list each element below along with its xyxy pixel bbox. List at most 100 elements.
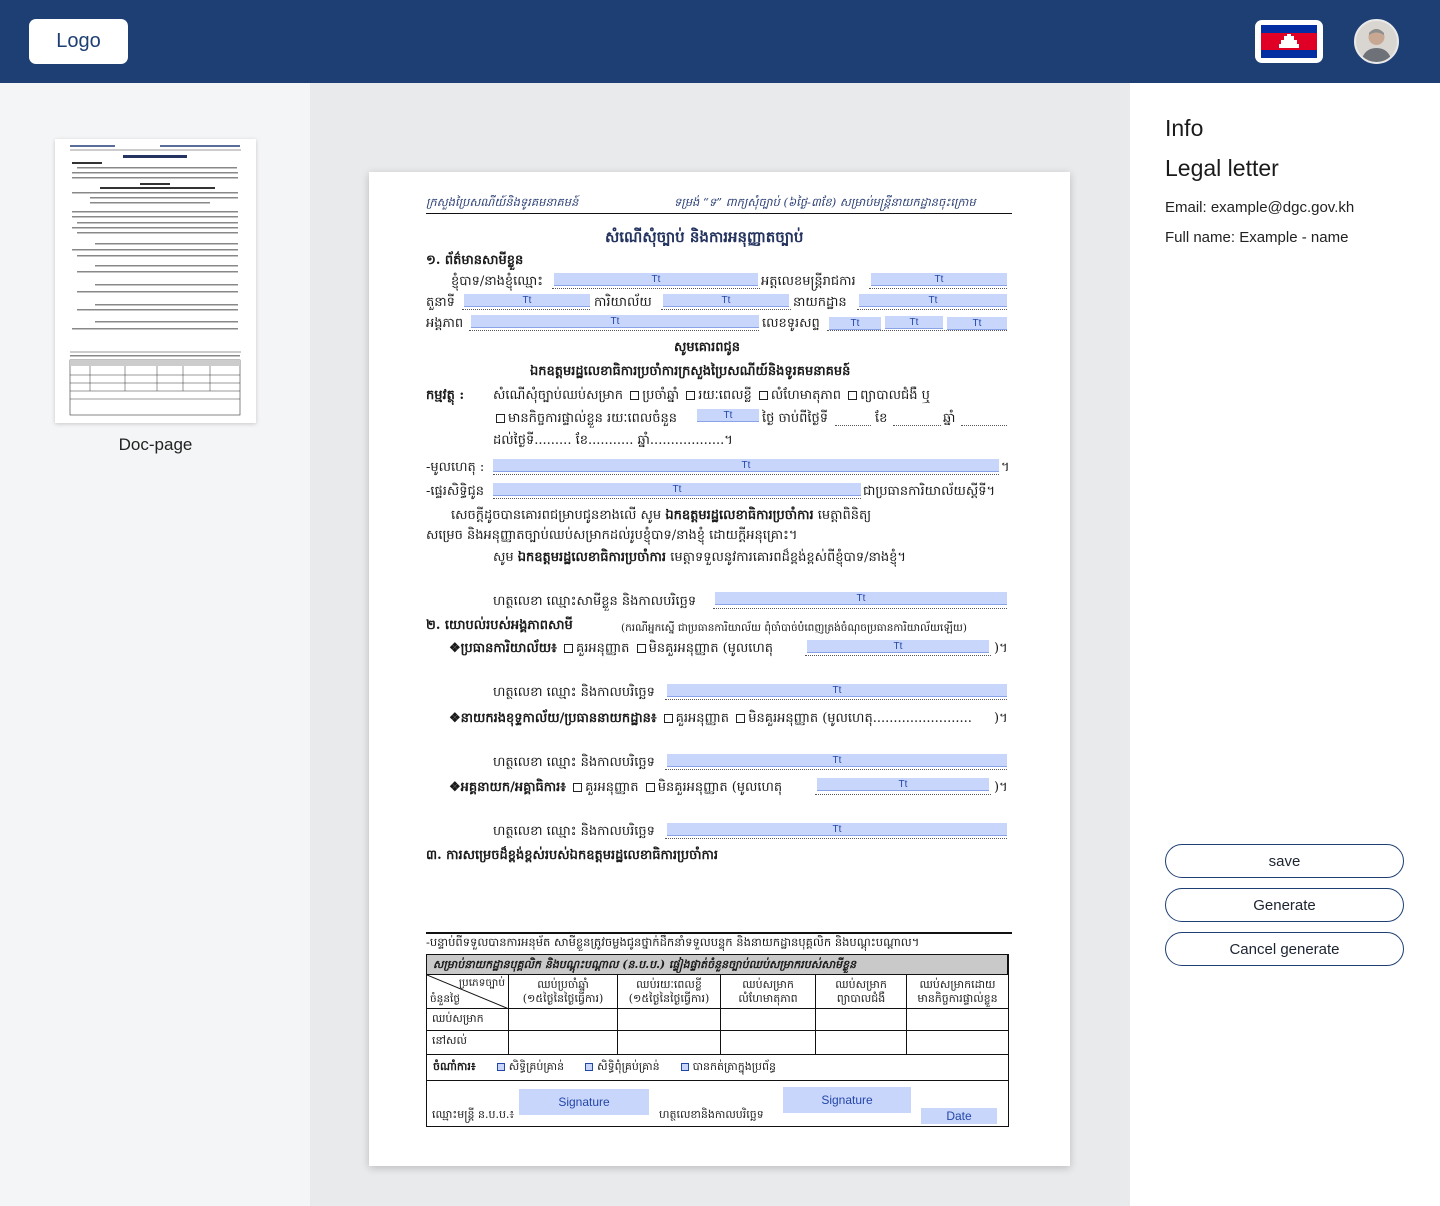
save-button[interactable]: save <box>1165 844 1404 878</box>
sufficient-label: សិទ្ធិគ្រប់គ្រាន់ <box>508 1060 565 1073</box>
recorded-checkbox[interactable] <box>680 1063 689 1071</box>
taken-annual-cell[interactable] <box>509 1009 618 1031</box>
row-remaining-label: នៅសល់ <box>427 1031 509 1055</box>
dept-head-reject-label: មិនគួរអនុញ្ញាត <box>748 711 819 726</box>
generate-button[interactable]: Generate <box>1165 888 1404 922</box>
office-field[interactable]: Tt <box>663 294 789 307</box>
dept-head-close: )។ <box>994 711 1008 726</box>
gen-head-sign-field[interactable]: Tt <box>667 823 1007 836</box>
request-paragraph-1b: សម្រេច និងអនុញ្ញាតច្បាប់ឈប់សម្រាកដល់រូបខ… <box>426 528 798 543</box>
taken-illness-cell[interactable] <box>816 1009 907 1031</box>
para2-text-a: សូម <box>493 550 514 565</box>
document-canvas: ក្រសួងប្រៃសណីយ៍និងទូរគមនាគមន៍ ទម្រង់ “ទ”… <box>310 83 1130 1206</box>
office-head-approve-checkbox[interactable] <box>564 644 574 653</box>
approver-signature-field[interactable]: Signature <box>783 1087 911 1113</box>
staff-id-field[interactable]: Tt <box>871 273 1007 286</box>
user-avatar-icon <box>1356 21 1397 62</box>
month-label: ខែ <box>875 411 888 426</box>
gen-head-approve-checkbox[interactable] <box>573 783 583 792</box>
delegate-field[interactable]: Tt <box>493 483 861 496</box>
dept-head-label: ❖នាយករងខុទ្ទកាល័យ/ប្រធាននាយកដ្ឋាន៖ <box>449 711 657 726</box>
header-rule <box>426 213 1012 214</box>
dept-head-approve-checkbox[interactable] <box>663 714 673 723</box>
personal-leave-checkbox[interactable] <box>496 414 505 423</box>
remaining-illness-cell[interactable] <box>816 1031 907 1055</box>
gen-head-reason-field[interactable]: Tt <box>817 778 989 791</box>
sufficient-checkbox[interactable] <box>496 1063 505 1071</box>
self-sign-field[interactable]: Tt <box>715 592 1007 605</box>
sick-leave-checkbox[interactable] <box>848 391 858 400</box>
para1-text-a: សេចក្ដីដូចបានគោរពជម្រាបជូនខាងលើ សូម <box>451 508 662 523</box>
dept-head-sign-field[interactable]: Tt <box>667 754 1007 767</box>
logo-button[interactable]: Logo <box>29 19 128 64</box>
id-label: អត្តលេខមន្ត្រីរាជការ <box>761 274 856 289</box>
remaining-maternity-cell[interactable] <box>721 1031 816 1055</box>
id-line <box>869 288 1007 289</box>
taken-short-cell[interactable] <box>618 1009 721 1031</box>
date-field[interactable]: Date <box>921 1108 997 1124</box>
cambodia-flag-icon <box>1261 25 1317 58</box>
language-switch-button[interactable] <box>1255 20 1323 63</box>
reason-field[interactable]: Tt <box>493 459 999 472</box>
col-maternity: ឈប់សម្រាក លំហែមាតុភាព <box>721 975 816 1009</box>
office-head-reason-field[interactable]: Tt <box>807 640 989 653</box>
subject-line-2: មានកិច្ចការផ្ទាល់ខ្លួន រយៈពេលចំនួន <box>493 411 677 427</box>
delegate-line <box>493 498 861 499</box>
insufficient-checkbox[interactable] <box>585 1063 594 1071</box>
annual-leave-checkbox[interactable] <box>630 391 640 400</box>
remaining-annual-cell[interactable] <box>509 1031 618 1055</box>
short-leave-label: រយៈពេលខ្លី <box>698 388 752 403</box>
gen-head-reject-label: មិនគួរអនុញ្ញាត <box>657 780 728 795</box>
table-title: សម្រាប់នាយកដ្ឋានបុគ្គលិក និងបណ្ដុះបណ្ដាល… <box>427 955 1008 975</box>
taken-maternity-cell[interactable] <box>721 1009 816 1031</box>
department-field[interactable]: Tt <box>859 294 1007 307</box>
phone-field-2[interactable]: Tt <box>885 316 943 329</box>
taken-personal-cell[interactable] <box>907 1009 1008 1031</box>
phone-field-1[interactable]: Tt <box>829 317 881 330</box>
page-thumbnail-preview <box>69 145 241 416</box>
role-label: តួនាទី <box>426 295 455 310</box>
office-head-reject-label: មិនគួរអនុញ្ញាត <box>648 641 719 656</box>
user-avatar[interactable] <box>1354 19 1399 64</box>
document-page: ក្រសួងប្រៃសណីយ៍និងទូរគមនាគមន៍ ទម្រង់ “ទ”… <box>369 172 1070 1166</box>
corner-top-label: ប្រភេទច្បាប់ <box>458 977 505 989</box>
phone-line <box>827 330 1007 331</box>
unit-field[interactable]: Tt <box>471 315 759 328</box>
gen-head-reject-checkbox[interactable] <box>645 783 655 792</box>
insufficient-label: សិទ្ធិពុំគ្រប់គ្រាន់ <box>597 1060 660 1073</box>
dept-head-reject-checkbox[interactable] <box>736 714 746 723</box>
dept-head-approve-label: គួរអនុញ្ញាត <box>675 711 730 726</box>
office-head-sign-label: ហត្ថលេខា ឈ្មោះ និងកាលបរិច្ឆេទ <box>493 685 655 700</box>
reason-label: -មូលហេតុ : <box>426 460 485 475</box>
office-head-reject-checkbox[interactable] <box>636 644 646 653</box>
table-corner: ប្រភេទច្បាប់ ចំនួនថ្ងៃ <box>427 975 509 1009</box>
reason-line <box>493 474 999 475</box>
name-field[interactable]: Tt <box>554 273 758 286</box>
subject-line-1: សំណើសុំច្បាប់ឈប់សម្រាក ប្រចាំឆ្នាំ រយៈពេ… <box>493 388 930 404</box>
info-heading: Info <box>1165 115 1204 141</box>
short-leave-checkbox[interactable] <box>686 391 696 400</box>
subject-label: កម្មវត្ថុ : <box>426 388 465 403</box>
section2-heading: ២. យោបល់របស់អង្គភាពសាមី <box>426 618 573 633</box>
office-line <box>661 309 791 310</box>
hr-verification-table: សម្រាប់នាយកដ្ឋានបុគ្គលិក និងបណ្ដុះបណ្ដាល… <box>426 954 1009 1127</box>
dept-head-row: ❖នាយករងខុទ្ទកាល័យ/ប្រធាននាយកដ្ឋាន៖ គួរអន… <box>449 711 972 727</box>
remaining-personal-cell[interactable] <box>907 1031 1008 1055</box>
col-personal: ឈប់សម្រាកដោយ មានកិច្ចការផ្ទាល់ខ្លួន <box>907 975 1008 1009</box>
department-label: នាយកដ្ឋាន <box>793 295 847 310</box>
role-field[interactable]: Tt <box>464 294 590 307</box>
maternity-leave-checkbox[interactable] <box>758 391 768 400</box>
officer-signature-field[interactable]: Signature <box>519 1089 649 1115</box>
page-thumbnail[interactable] <box>55 139 256 423</box>
unit-line <box>469 330 759 331</box>
phone-field-3[interactable]: Tt <box>947 317 1007 330</box>
page-thumbnail-caption: Doc-page <box>118 435 193 454</box>
col-short: ឈប់រយៈពេលខ្លី (១៥ថ្ងៃនៃថ្ងៃធ្វើការ) <box>618 975 721 1009</box>
gen-head-approve-label: គួរអនុញ្ញាត <box>585 780 639 795</box>
office-head-sign-field[interactable]: Tt <box>667 684 1007 697</box>
remaining-short-cell[interactable] <box>618 1031 721 1055</box>
until-line: ដល់ថ្ងៃទី......... ខែ........... ឆ្នាំ..… <box>493 433 733 448</box>
leave-days-field[interactable]: Tt <box>697 409 759 422</box>
doc-ministry-header: ក្រសួងប្រៃសណីយ៍និងទូរគមនាគមន៍ <box>426 195 579 209</box>
cancel-generate-button[interactable]: Cancel generate <box>1165 932 1404 966</box>
